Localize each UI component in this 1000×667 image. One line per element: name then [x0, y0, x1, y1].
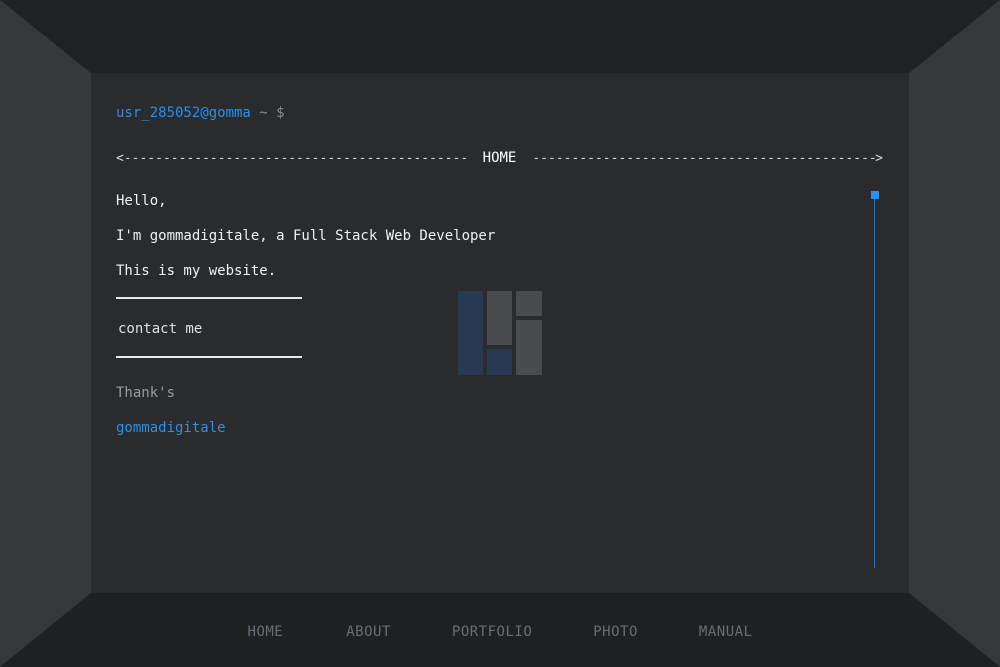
header-dashes-right: ----------------------------------------… — [532, 150, 876, 166]
scrollbar-thumb[interactable] — [871, 191, 879, 199]
menu-item-portfolio[interactable]: PORTFOLIO — [452, 620, 532, 646]
prompt-suffix: ~ $ — [250, 105, 285, 121]
website-line: This is my website. — [116, 263, 277, 279]
contact-section: contact me — [116, 297, 302, 359]
prompt-user: usr_285052@gomma — [116, 105, 251, 121]
shell-prompt: usr_285052@gomma ~ $ — [116, 105, 285, 121]
gomma-logo-icon — [458, 291, 542, 375]
thanks-text: Thank's — [116, 385, 176, 401]
right-arrow-icon: > — [875, 150, 883, 166]
menu-item-about[interactable]: ABOUT — [346, 620, 391, 646]
page-title: HOME — [482, 150, 517, 166]
signature-link[interactable]: gommadigitale — [116, 420, 226, 436]
menu-item-home[interactable]: HOME — [248, 620, 284, 646]
contact-me-button[interactable]: contact me — [118, 321, 202, 337]
bottom-menu: HOME ABOUT PORTFOLIO PHOTO MANUAL — [0, 620, 1000, 646]
section-header: < --------------------------------------… — [116, 150, 883, 166]
divider-top — [116, 297, 302, 299]
header-dashes-left: ----------------------------------------… — [123, 150, 467, 166]
terminal-window: usr_285052@gomma ~ $ < -----------------… — [91, 73, 909, 593]
divider-bottom — [116, 356, 302, 358]
menu-item-photo[interactable]: PHOTO — [593, 620, 638, 646]
left-arrow-icon: < — [116, 150, 124, 166]
menu-item-manual[interactable]: MANUAL — [699, 620, 753, 646]
scrollbar-track[interactable] — [874, 195, 875, 568]
intro-line: I'm gommadigitale, a Full Stack Web Deve… — [116, 228, 496, 244]
greeting-text: Hello, — [116, 193, 167, 209]
intro-text: Hello, I'm gommadigitale, a Full Stack W… — [116, 191, 495, 296]
